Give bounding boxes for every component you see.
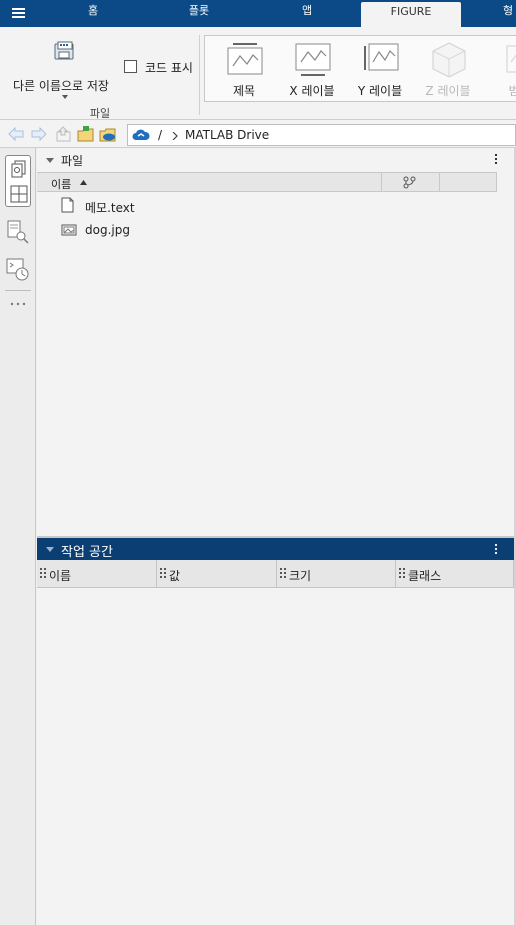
files-panel-menu-icon[interactable]	[493, 154, 499, 168]
image-file-icon	[61, 224, 77, 236]
cloud-folder-icon[interactable]	[99, 126, 117, 142]
save-as-icon	[54, 41, 74, 60]
files-column-header: 이름	[37, 172, 497, 192]
file-name: 메모.text	[85, 201, 135, 215]
file-group-label: 파일	[89, 107, 111, 120]
collapse-icon[interactable]	[46, 158, 54, 163]
tab-apps[interactable]: 앱	[276, 0, 338, 27]
workspace-panel: 작업 공간 이름 값 크기 클래스	[37, 538, 516, 925]
up-folder-icon[interactable]	[55, 126, 73, 142]
file-row[interactable]: dog.jpg	[37, 218, 516, 242]
title-icon	[227, 43, 263, 75]
path-field[interactable]: / MATLAB Drive	[127, 124, 516, 146]
drag-handle-icon[interactable]	[399, 568, 405, 578]
path-folder[interactable]: MATLAB Drive	[185, 128, 269, 142]
name-column-header[interactable]: 이름	[37, 173, 382, 191]
workspace-variable-list	[37, 588, 516, 925]
tab-format[interactable]: 형	[500, 0, 516, 27]
tab-plots[interactable]: 플롯	[168, 0, 230, 27]
tab-figure[interactable]: FIGURE	[361, 2, 461, 27]
legend-icon	[506, 45, 516, 73]
ws-name-column-header[interactable]: 이름	[37, 560, 157, 587]
zlabel-button[interactable]: Z 레이블	[418, 40, 478, 100]
files-panel-header: 파일	[37, 148, 516, 172]
text-file-icon	[61, 197, 74, 213]
labels-gallery: 제목 X 레이블 Y 레이블 Z 레이블 범	[204, 35, 516, 102]
ylabel-button-label: Y 레이블	[357, 84, 403, 98]
xlabel-button-label: X 레이블	[289, 84, 335, 98]
workspace-panel-icon[interactable]	[10, 185, 28, 203]
file-search-icon[interactable]	[7, 220, 29, 244]
xlabel-icon	[295, 43, 331, 76]
ws-value-column-label: 값	[169, 569, 181, 583]
command-history-icon[interactable]	[6, 258, 30, 282]
save-as-button[interactable]: 다른 이름으로 저장	[6, 37, 116, 99]
zlabel-button-label: Z 레이블	[425, 84, 471, 98]
title-button[interactable]: 제목	[214, 40, 274, 100]
legend-button[interactable]: 범	[486, 40, 516, 100]
extra-column-header[interactable]	[440, 173, 497, 191]
git-column-header[interactable]	[382, 173, 440, 191]
files-panel: 파일 이름 메모.text dog.jpg	[37, 148, 516, 536]
ws-size-column-label: 크기	[289, 569, 312, 583]
collapse-icon[interactable]	[46, 547, 54, 552]
panel-toggle-group	[5, 155, 31, 207]
drag-handle-icon[interactable]	[160, 568, 166, 578]
cloud-icon	[132, 129, 150, 140]
hamburger-menu-icon[interactable]	[0, 0, 36, 27]
file-name: dog.jpg	[85, 223, 130, 237]
show-code-label: 코드 표시	[145, 61, 193, 75]
ws-value-column-header[interactable]: 값	[157, 560, 277, 587]
ribbon-separator	[199, 35, 200, 115]
xlabel-button[interactable]: X 레이블	[282, 40, 342, 100]
ribbon: 다른 이름으로 저장 코드 표시 파일 제목 X 레이블 Y 레이블 Z 레이블…	[0, 27, 516, 120]
git-branch-icon	[403, 176, 416, 189]
toolstrip-tab-bar: 홈 플롯 앱 FIGURE 형	[0, 0, 516, 27]
drag-handle-icon[interactable]	[280, 568, 286, 578]
ws-size-column-header[interactable]: 크기	[277, 560, 396, 587]
forward-arrow-icon[interactable]	[30, 126, 48, 142]
workspace-column-header: 이름 값 크기 클래스	[37, 560, 516, 588]
more-options-icon[interactable]	[10, 302, 26, 306]
side-toolbar	[0, 148, 36, 925]
workspace-panel-menu-icon[interactable]	[494, 543, 498, 555]
ws-class-column-label: 클래스	[408, 569, 442, 583]
file-list: 메모.text dog.jpg	[37, 192, 516, 536]
checkbox-box[interactable]	[124, 60, 137, 73]
back-arrow-icon[interactable]	[7, 126, 25, 142]
ws-class-column-header[interactable]: 클래스	[396, 560, 514, 587]
chevron-right-icon	[172, 132, 178, 140]
file-row[interactable]: 메모.text	[37, 194, 516, 218]
save-as-label: 다른 이름으로 저장	[13, 79, 109, 93]
ws-name-column-label: 이름	[49, 569, 72, 583]
path-root[interactable]: /	[158, 128, 162, 142]
tab-home[interactable]: 홈	[62, 0, 124, 27]
browse-folder-icon[interactable]	[77, 126, 95, 142]
ylabel-button[interactable]: Y 레이블	[350, 40, 410, 100]
workspace-panel-header: 작업 공간	[37, 538, 516, 560]
sort-ascending-icon	[80, 180, 87, 185]
name-column-label: 이름	[51, 178, 72, 191]
zlabel-icon	[432, 42, 466, 78]
files-panel-icon[interactable]	[11, 160, 27, 178]
sidebar-divider	[5, 290, 31, 291]
legend-button-label: 범	[508, 84, 516, 98]
drag-handle-icon[interactable]	[40, 568, 46, 578]
workspace-panel-title: 작업 공간	[61, 545, 113, 560]
title-button-label: 제목	[232, 84, 256, 98]
ylabel-icon	[364, 43, 399, 71]
chevron-down-icon[interactable]	[62, 95, 68, 99]
files-panel-title: 파일	[61, 154, 84, 168]
address-bar: / MATLAB Drive	[0, 120, 516, 148]
